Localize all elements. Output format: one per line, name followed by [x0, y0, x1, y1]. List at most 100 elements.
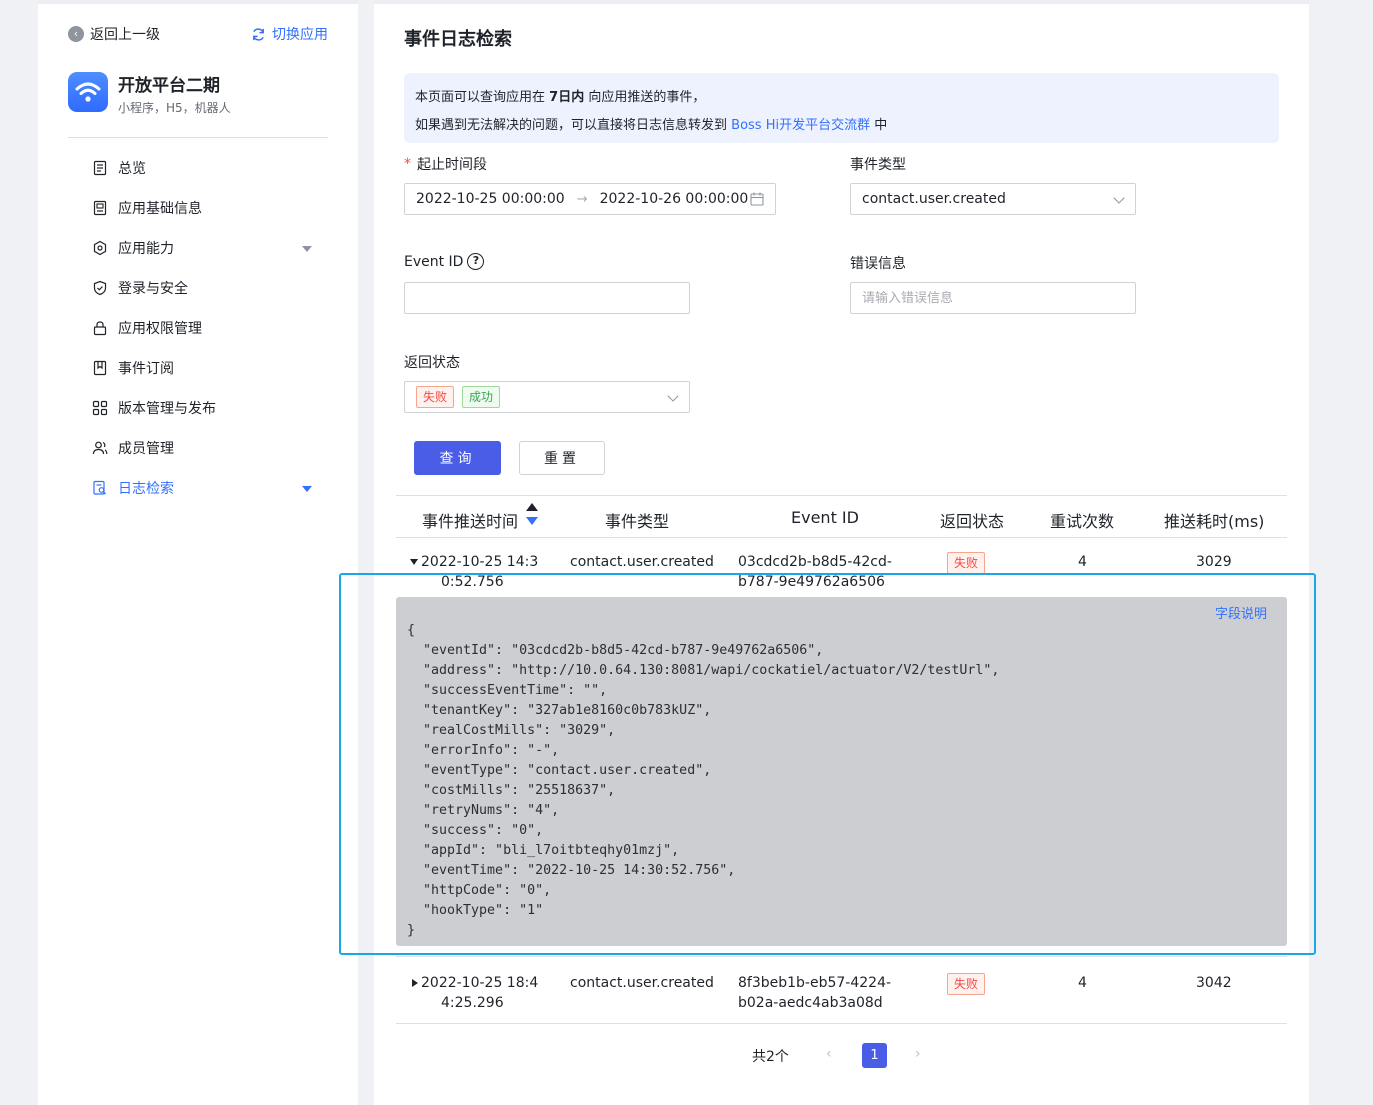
error-info-field[interactable] — [850, 282, 1136, 314]
page-title: 事件日志检索 — [404, 29, 512, 50]
refresh-icon — [253, 27, 264, 41]
collapse-row-icon[interactable] — [410, 559, 418, 565]
event-type-value: contact.user.created — [862, 191, 1006, 207]
status-label: 返回状态 — [404, 352, 460, 372]
column-header-type: 事件类型 — [605, 512, 670, 531]
status-badge: 失败 — [947, 973, 986, 995]
caret-down-icon[interactable] — [302, 486, 312, 492]
main-panel: 事件日志检索 本页面可以查询应用在 7日内 向应用推送的事件， 如果遇到无法解决… — [374, 0, 1309, 1105]
time-range-label-text: 起止时间段 — [417, 157, 487, 173]
reset-button[interactable]: 重置 — [519, 441, 605, 475]
notice-text: 本页面可以查询应用在 — [415, 90, 546, 105]
pagination-total: 共2个 — [752, 1049, 789, 1065]
help-icon[interactable]: ? — [467, 253, 485, 270]
time-end-value[interactable]: 2022-10-26 00:00:00 — [600, 191, 749, 207]
sidebar-item-overview[interactable]: 总览 — [38, 148, 358, 188]
caret-down-icon[interactable] — [302, 246, 312, 252]
row-cost: 3029 — [1196, 554, 1232, 570]
query-button[interactable]: 查询 — [414, 441, 501, 475]
event-type-label-text: 事件类型 — [850, 157, 906, 173]
row-time: 2022-10-25 18:4 — [421, 975, 539, 991]
field-description-link[interactable]: 字段说明 — [1215, 603, 1267, 622]
sidebar-divider — [68, 137, 328, 138]
table-row[interactable]: 2022-10-25 18:4 4:25.296 contact.user.cr… — [396, 973, 1287, 1017]
back-link[interactable]: ‹ 返回上一级 — [68, 24, 160, 44]
sidebar-header: ‹ 返回上一级 切换应用 — [68, 24, 328, 44]
group-link[interactable]: Boss Hi开发平台交流群 — [731, 118, 870, 133]
event-detail-panel: 字段说明 { "eventId": "03cdcd2b-b8d5-42cd-b7… — [396, 597, 1287, 946]
back-label: 返回上一级 — [90, 27, 160, 43]
page-number-button[interactable]: 1 — [862, 1043, 887, 1068]
sidebar: ‹ 返回上一级 切换应用 开放平台二期 小程序，H5，机器人 总览 应用基础信息… — [38, 0, 358, 1105]
time-range-picker[interactable]: 2022-10-25 00:00:00 → 2022-10-26 00:00:0… — [404, 183, 776, 215]
arrow-right-icon: → — [576, 191, 588, 207]
event-id-field[interactable] — [404, 282, 690, 314]
row-event-id: b02a-aedc4ab3a08d — [738, 995, 883, 1011]
status-tag-fail[interactable]: 失败 — [416, 386, 455, 408]
sidebar-item-versions[interactable]: 版本管理与发布 — [38, 388, 358, 428]
row-divider — [396, 1023, 1287, 1024]
sidebar-item-label: 日志检索 — [118, 481, 174, 497]
notice-line-1: 本页面可以查询应用在 7日内 向应用推送的事件， — [415, 84, 1268, 112]
sidebar-item-label: 事件订阅 — [118, 361, 174, 377]
row-event-id: 8f3beb1b-eb57-4224- — [738, 975, 892, 991]
row-time: 4:25.296 — [441, 995, 504, 1011]
row-retries: 4 — [1078, 975, 1087, 991]
switch-app-link[interactable]: 切换应用 — [251, 24, 328, 44]
lock-icon — [93, 321, 107, 336]
row-event-type: contact.user.created — [570, 554, 714, 570]
document-list-icon — [93, 160, 107, 176]
sidebar-item-capabilities[interactable]: 应用能力 — [38, 228, 358, 268]
sidebar-item-label: 成员管理 — [118, 441, 174, 457]
info-doc-icon — [93, 200, 107, 216]
error-info-label-text: 错误信息 — [850, 256, 906, 272]
back-arrow-icon: ‹ — [68, 26, 84, 42]
notice-line-2: 如果遇到无法解决的问题，可以直接将日志信息转发到 Boss Hi开发平台交流群 … — [415, 112, 1268, 140]
sidebar-item-label: 应用基础信息 — [118, 201, 202, 217]
column-header-retries: 重试次数 — [1050, 512, 1115, 531]
wifi-icon — [75, 82, 101, 102]
row-time: 0:52.756 — [441, 574, 504, 590]
row-divider — [396, 956, 1287, 957]
column-header-event-id: Event ID — [791, 508, 859, 527]
event-log-table: 事件推送时间 事件类型 Event ID 返回状态 重试次数 推送耗时(ms) — [396, 495, 1287, 538]
sidebar-item-log-search[interactable]: 日志检索 — [38, 468, 358, 508]
sidebar-item-members[interactable]: 成员管理 — [38, 428, 358, 468]
column-header-time[interactable]: 事件推送时间 — [422, 508, 518, 532]
sort-icon[interactable] — [526, 503, 538, 529]
sidebar-menu: 总览 应用基础信息 应用能力 登录与安全 应用权限管理 事件订阅 版本管理与发布… — [38, 148, 358, 508]
required-mark: * — [404, 156, 411, 172]
app-name: 开放平台二期 — [118, 76, 220, 96]
app-card: 开放平台二期 小程序，H5，机器人 — [68, 72, 328, 116]
status-select[interactable]: 失败 成功 — [404, 381, 690, 413]
column-header-cost: 推送耗时(ms) — [1164, 512, 1265, 531]
row-retries: 4 — [1078, 554, 1087, 570]
notice-text: 向应用推送的事件， — [588, 90, 706, 105]
main-top-line — [374, 0, 1309, 4]
time-start-value[interactable]: 2022-10-25 00:00:00 — [416, 191, 565, 207]
event-type-label: 事件类型 — [850, 154, 906, 174]
event-id-input[interactable] — [416, 290, 678, 306]
notice-emphasis: 7日内 — [549, 90, 585, 105]
status-tag-success[interactable]: 成功 — [462, 386, 501, 408]
row-cost: 3042 — [1196, 975, 1232, 991]
row-event-id: 03cdcd2b-b8d5-42cd- — [738, 554, 892, 570]
error-info-input[interactable] — [862, 290, 1124, 306]
chevron-right-icon[interactable]: › — [915, 1046, 921, 1062]
status-label-text: 返回状态 — [404, 355, 460, 371]
shield-icon — [93, 280, 107, 296]
sidebar-top-line — [38, 0, 358, 4]
chevron-down-icon — [667, 390, 679, 402]
sidebar-item-event-subscription[interactable]: 事件订阅 — [38, 348, 358, 388]
users-icon — [92, 441, 108, 455]
sidebar-item-basic-info[interactable]: 应用基础信息 — [38, 188, 358, 228]
sidebar-item-permissions[interactable]: 应用权限管理 — [38, 308, 358, 348]
expand-row-icon[interactable] — [412, 979, 418, 987]
event-type-select[interactable]: contact.user.created — [850, 183, 1136, 215]
chevron-left-icon[interactable]: ‹ — [826, 1046, 832, 1062]
sidebar-item-login-security[interactable]: 登录与安全 — [38, 268, 358, 308]
table-row[interactable]: 2022-10-25 14:3 0:52.756 contact.user.cr… — [396, 552, 1287, 596]
row-event-id: b787-9e49762a6506 — [738, 574, 885, 590]
error-info-label: 错误信息 — [850, 253, 906, 273]
event-id-label: Event ID ? — [404, 253, 485, 270]
